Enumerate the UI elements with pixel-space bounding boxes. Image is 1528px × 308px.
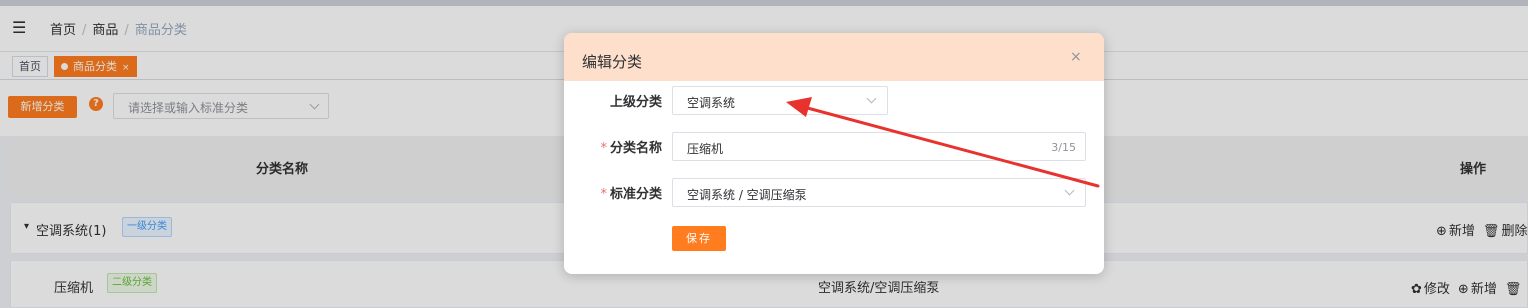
close-icon[interactable]: ×: [1070, 50, 1082, 64]
category-name-label-text: 分类名称: [609, 141, 662, 156]
standard-category-value: 空调系统 / 空调压缩泵: [687, 188, 807, 202]
parent-category-value: 空调系统: [687, 96, 736, 110]
required-mark: *: [600, 187, 607, 202]
standard-category-label: * 标准分类: [564, 183, 662, 202]
category-name-value: 压缩机: [687, 142, 724, 156]
parent-category-select[interactable]: 空调系统: [672, 86, 888, 115]
dialog-title: 编辑分类: [582, 53, 643, 71]
save-button[interactable]: 保存: [672, 226, 726, 251]
edit-category-dialog: 编辑分类 × 上级分类 空调系统 * 分类名称 压缩机 3/15 * 标准分类 空调…: [564, 33, 1104, 274]
chevron-down-icon: [866, 93, 877, 104]
parent-category-label: 上级分类: [609, 95, 662, 110]
category-name-input[interactable]: 压缩机 3/15: [672, 132, 1086, 161]
dialog-header: 编辑分类 ×: [564, 33, 1104, 81]
chevron-down-icon: [1064, 185, 1075, 196]
char-counter: 3/15: [1051, 141, 1076, 154]
required-mark: *: [600, 141, 607, 156]
category-name-label: * 分类名称: [564, 137, 662, 156]
standard-category-cascader[interactable]: 空调系统 / 空调压缩泵: [672, 178, 1086, 207]
standard-category-label-text: 标准分类: [609, 187, 662, 202]
